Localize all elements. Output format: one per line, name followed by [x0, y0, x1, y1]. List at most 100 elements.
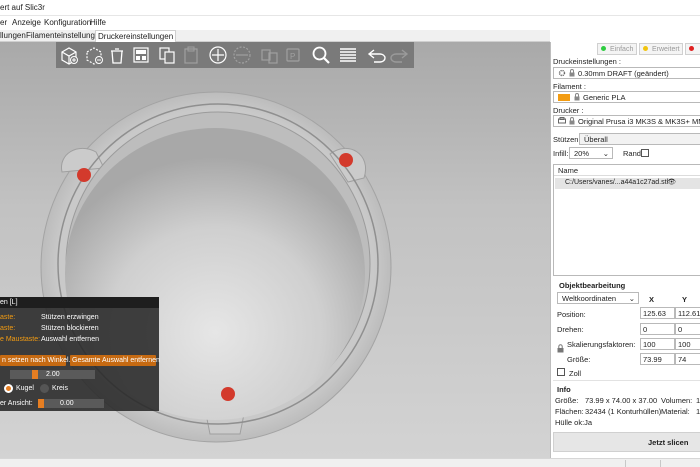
print-settings-combo[interactable]: 0.30mm DRAFT (geändert): [553, 67, 700, 79]
lock-icon: [569, 117, 575, 126]
circle-label: Kreis: [52, 385, 68, 392]
menu-item-file[interactable]: er: [0, 18, 7, 27]
col-y-label: Y: [682, 295, 688, 304]
arrange-icon[interactable]: [130, 44, 152, 66]
redo-icon[interactable]: [388, 44, 410, 66]
chevron-down-icon: ⌄: [602, 149, 609, 158]
brim-label: Rand:: [623, 149, 644, 158]
undo-icon[interactable]: [366, 44, 388, 66]
info-facets-value: 32434 (1 Konturhüllen): [585, 407, 662, 416]
lock-icon[interactable]: [557, 344, 564, 355]
filament-value: Generic PLA: [583, 93, 626, 102]
brush-size-knob[interactable]: [32, 370, 38, 379]
printer-value: Original Prusa i3 MK3S & MK3S+ MMU2S: [578, 117, 700, 126]
split-parts-icon[interactable]: P: [282, 44, 304, 66]
settings-panel: Einfach Erweitert Druckeinstellungen : 0…: [550, 42, 700, 458]
3d-viewport[interactable]: P en [L] aste: Stützen erzwingen aste: S…: [0, 42, 550, 458]
viewport-toolbar: P: [56, 42, 414, 68]
mode-switcher: Einfach Erweitert: [597, 43, 700, 55]
infill-value: 20%: [574, 149, 590, 158]
size-y-field[interactable]: 74: [675, 353, 700, 365]
list-item[interactable]: C:/Users/vanes/...a44a1c27ad.stl 👁: [555, 178, 700, 189]
status-bar: [0, 458, 700, 467]
hole-marker: [77, 168, 91, 182]
clipping-slider[interactable]: 0.00: [38, 399, 104, 408]
filament-color-swatch[interactable]: [558, 94, 570, 101]
clear-selection-button[interactable]: Gesamte Auswahl entfernen: [70, 355, 160, 366]
set-by-angle-button[interactable]: n setzen nach Winkel...: [0, 355, 74, 366]
inch-checkbox[interactable]: [557, 368, 565, 376]
tab-bar: llungen Filamenteinstellungen Druckerein…: [0, 30, 550, 42]
rotation-y-field[interactable]: 0: [675, 323, 700, 335]
position-x-field[interactable]: 125.63: [640, 307, 675, 319]
supports-combo[interactable]: Überall: [579, 133, 700, 145]
position-label: Position:: [557, 310, 586, 319]
scale-y-field[interactable]: 100: [675, 338, 700, 350]
mode-dot: [601, 46, 606, 51]
scale-x-field[interactable]: 100: [640, 338, 675, 350]
infill-combo[interactable]: 20% ⌄: [569, 147, 613, 159]
mode-simple[interactable]: Einfach: [597, 43, 637, 55]
sphere-label: Kugel: [16, 385, 34, 392]
mode-expert[interactable]: [685, 43, 700, 55]
menu-item-help[interactable]: Hilfe: [90, 18, 106, 27]
hole-marker: [339, 153, 353, 167]
filament-combo[interactable]: Generic PLA: [553, 91, 700, 103]
clipping-label: er Ansicht:: [0, 400, 33, 407]
scale-label: Skalierungsfaktoren:: [567, 340, 636, 349]
brim-checkbox[interactable]: [641, 149, 649, 157]
print-settings-label: Druckeinstellungen :: [553, 57, 621, 66]
delete-all-icon[interactable]: [106, 44, 128, 66]
size-x-field[interactable]: 73.99: [640, 353, 675, 365]
hint-right-value: Stützen blockieren: [41, 325, 99, 332]
inch-label: Zoll: [569, 369, 582, 378]
info-volume-value: 1: [696, 396, 700, 405]
divider: [625, 460, 626, 467]
menu-item-configuration[interactable]: Konfiguration: [44, 18, 91, 27]
supports-value: Überall: [584, 135, 608, 144]
object-list[interactable]: Name C:/Users/vanes/...a44a1c27ad.stl 👁: [553, 164, 700, 276]
hint-shift-value: Auswahl entfernen: [41, 336, 99, 343]
info-material-label: Material:: [661, 407, 690, 416]
coordinate-system-select[interactable]: Weltkoordinaten ⌄: [557, 292, 639, 304]
add-object-icon[interactable]: [58, 44, 80, 66]
info-title: Info: [557, 385, 571, 394]
eye-icon[interactable]: 👁: [667, 178, 676, 186]
delete-icon[interactable]: [83, 44, 105, 66]
mode-advanced-label: Erweitert: [652, 46, 680, 53]
info-volume-label: Volumen:: [661, 396, 693, 405]
divider: [553, 380, 700, 381]
brush-size-slider[interactable]: 2.00: [10, 370, 95, 379]
print-settings-value: 0.30mm DRAFT (geändert): [578, 69, 669, 78]
circle-radio[interactable]: [40, 384, 49, 393]
gear-icon: [558, 69, 566, 78]
clipping-knob[interactable]: [38, 399, 44, 408]
split-objects-icon[interactable]: [258, 44, 280, 66]
object-name: C:/Users/vanes/...a44a1c27ad.stl: [565, 179, 669, 186]
slice-now-button[interactable]: Jetzt slicen: [553, 432, 700, 452]
printer-icon: [558, 117, 566, 126]
search-icon[interactable]: [310, 44, 332, 66]
paste-icon[interactable]: [180, 44, 202, 66]
position-y-field[interactable]: 112.61: [675, 307, 700, 319]
sphere-radio[interactable]: [4, 384, 13, 393]
hint-right-label: aste:: [0, 325, 16, 332]
tab-filament-settings[interactable]: Filamenteinstellungen: [26, 30, 104, 42]
tab-print-settings[interactable]: llungen: [0, 30, 26, 42]
mode-dot: [689, 46, 694, 51]
info-size-label: Größe:: [555, 396, 579, 405]
col-x-label: X: [649, 295, 655, 304]
tab-printer-settings[interactable]: Druckereinstellungen: [95, 30, 177, 42]
brush-size-value: 2.00: [46, 371, 60, 378]
layers-icon[interactable]: [337, 44, 359, 66]
rotation-x-field[interactable]: 0: [640, 323, 675, 335]
lock-icon: [569, 69, 575, 78]
title-bar: ert auf Slic3r: [0, 0, 700, 16]
printer-combo[interactable]: Original Prusa i3 MK3S & MK3S+ MMU2S: [553, 115, 700, 127]
mode-advanced[interactable]: Erweitert: [639, 43, 683, 55]
menu-item-view[interactable]: Anzeige: [12, 18, 41, 27]
remove-instance-icon[interactable]: [231, 44, 253, 66]
copy-icon[interactable]: [156, 44, 178, 66]
add-instance-icon[interactable]: [207, 44, 229, 66]
coord-select-value: Weltkoordinaten: [562, 294, 617, 303]
